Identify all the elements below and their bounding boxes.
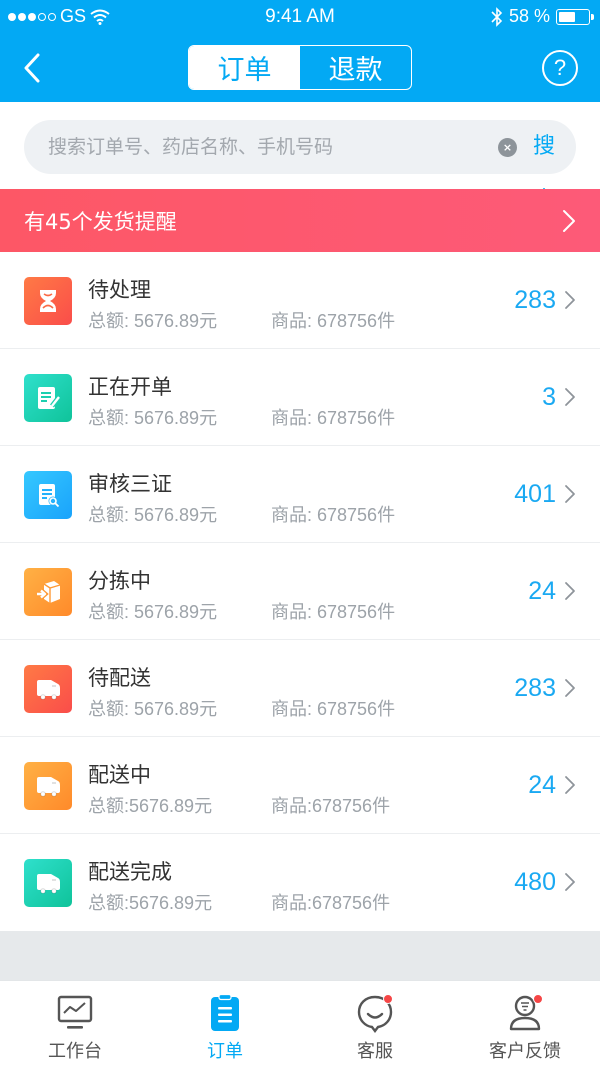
- tab-refunds[interactable]: 退款: [300, 46, 411, 89]
- truck-icon: [24, 762, 72, 810]
- order-status-row[interactable]: 配送中总额:5676.89元 商品:678756件 24: [0, 737, 600, 834]
- tab-orders[interactable]: 订单: [189, 46, 300, 89]
- status-bar: GS 9:41 AM 58 %: [0, 0, 600, 34]
- order-count: 24: [528, 771, 556, 799]
- total-amount: 总额: 5676.89元: [88, 408, 218, 428]
- goods-count: 商品: 678756件: [271, 408, 396, 428]
- help-button[interactable]: ?: [542, 50, 578, 86]
- bluetooth-icon: [491, 6, 503, 27]
- search-button[interactable]: 搜索: [533, 120, 576, 213]
- header: GS 9:41 AM 58 % 订单 退款 ?: [0, 0, 600, 102]
- status-title: 正在开单: [88, 375, 172, 399]
- status-title: 待配送: [88, 666, 151, 690]
- total-amount: 总额:5676.89元: [88, 893, 213, 913]
- status-title: 配送完成: [88, 860, 172, 884]
- clipboard-list-icon: [205, 993, 245, 1033]
- truck-icon: [24, 859, 72, 907]
- shipping-reminder-text: 有45个发货提醒: [24, 209, 177, 234]
- clear-circle-icon: ×: [502, 141, 513, 154]
- notification-badge: [533, 994, 543, 1004]
- order-status-row[interactable]: 待处理总额: 5676.89元 商品: 678756件 283: [0, 252, 600, 349]
- order-screen: GS 9:41 AM 58 % 订单 退款 ? 搜索订单号、药店名称、手机号码 …: [0, 0, 600, 1067]
- order-count: 24: [528, 577, 556, 605]
- chevron-right-icon: [565, 388, 575, 406]
- notification-badge: [383, 994, 393, 1004]
- nav-bar: 订单 退款 ?: [0, 34, 600, 102]
- order-status-row[interactable]: 配送完成总额:5676.89元 商品:678756件 480: [0, 834, 600, 931]
- tab-orders-bottom[interactable]: 订单: [150, 981, 300, 1067]
- total-amount: 总额:5676.89元: [88, 796, 213, 816]
- total-amount: 总额: 5676.89元: [88, 505, 218, 525]
- total-amount: 总额: 5676.89元: [88, 699, 218, 719]
- back-button[interactable]: [18, 48, 48, 88]
- tab-workbench[interactable]: 工作台: [0, 981, 150, 1067]
- order-count: 283: [514, 286, 556, 314]
- order-status-row[interactable]: 待配送总额: 5676.89元 商品: 678756件 283: [0, 640, 600, 737]
- chevron-right-icon: [565, 679, 575, 697]
- shipping-reminder-banner[interactable]: 有45个发货提醒: [0, 189, 600, 252]
- question-circle-icon: ?: [553, 55, 567, 80]
- chevron-right-icon: [565, 582, 575, 600]
- order-count: 401: [514, 480, 556, 508]
- goods-count: 商品:678756件: [271, 796, 391, 816]
- goods-count: 商品:678756件: [271, 893, 391, 913]
- order-count: 3: [542, 383, 556, 411]
- battery-percent: 58 %: [508, 6, 550, 26]
- chevron-right-icon: [565, 776, 575, 794]
- segmented-control: 订单 退款: [188, 45, 412, 90]
- chevron-right-icon: [565, 873, 575, 891]
- chevron-right-icon: [565, 291, 575, 309]
- status-title: 配送中: [88, 763, 151, 787]
- tab-label: 工作台: [48, 1041, 102, 1062]
- total-amount: 总额: 5676.89元: [88, 311, 218, 331]
- search-area: × 搜索: [0, 102, 600, 213]
- goods-count: 商品: 678756件: [271, 699, 396, 719]
- goods-count: 商品: 678756件: [271, 505, 396, 525]
- tab-customer-service[interactable]: 客服: [300, 981, 450, 1067]
- chat-smile-icon: [355, 993, 395, 1033]
- battery-level: [559, 11, 575, 22]
- clear-search-button[interactable]: ×: [498, 138, 517, 157]
- order-status-row[interactable]: 正在开单总额: 5676.89元 商品: 678756件 3: [0, 349, 600, 446]
- status-title: 待处理: [88, 278, 151, 302]
- chevron-right-icon: [565, 485, 575, 503]
- tab-customer-feedback[interactable]: 客户反馈: [450, 981, 600, 1067]
- total-amount: 总额: 5676.89元: [88, 602, 218, 622]
- document-edit-icon: [24, 374, 72, 422]
- search-box: × 搜索: [24, 120, 576, 213]
- order-count: 283: [514, 674, 556, 702]
- chevron-right-icon: [563, 210, 575, 232]
- chevron-left-icon: [24, 53, 40, 83]
- order-status-list: 待处理 总额: 5676.89元 商品: 678756件 283 正在开单 总额: 567…: [0, 252, 600, 931]
- tab-label: 客服: [357, 1041, 393, 1062]
- search-input[interactable]: [48, 120, 468, 174]
- box-arrow-icon: [24, 568, 72, 616]
- goods-count: 商品: 678756件: [271, 311, 396, 331]
- order-count: 480: [514, 868, 556, 896]
- tab-label: 订单: [207, 1041, 243, 1062]
- monitor-chart-icon: [55, 993, 95, 1033]
- truck-icon: [24, 665, 72, 713]
- hourglass-icon: [24, 277, 72, 325]
- status-title: 审核三证: [88, 472, 172, 496]
- order-status-row[interactable]: 分拣中总额: 5676.89元 商品: 678756件 24: [0, 543, 600, 640]
- user-feedback-icon: [505, 993, 545, 1033]
- status-right: 58 %: [491, 6, 594, 27]
- battery-icon: [556, 8, 594, 25]
- bottom-tab-bar: 工作台 订单 客服 客户反馈: [0, 980, 600, 1067]
- goods-count: 商品: 678756件: [271, 602, 396, 622]
- status-title: 分拣中: [88, 569, 151, 593]
- tab-label: 客户反馈: [489, 1041, 561, 1062]
- order-status-row[interactable]: 审核三证总额: 5676.89元 商品: 678756件 401: [0, 446, 600, 543]
- document-search-icon: [24, 471, 72, 519]
